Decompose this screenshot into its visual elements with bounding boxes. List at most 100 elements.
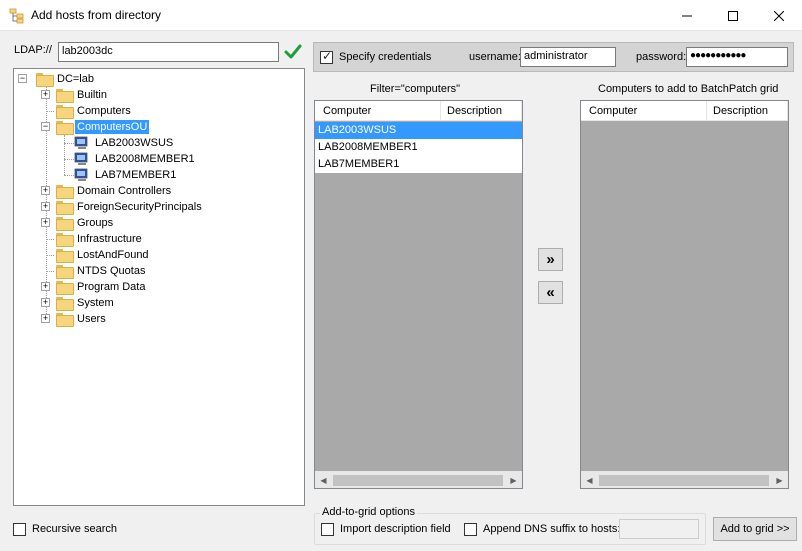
tree-node-program-data[interactable]: + Program Data [38, 279, 147, 295]
recursive-search-label: Recursive search [32, 523, 117, 535]
append-dns-checkbox[interactable] [464, 523, 477, 536]
tree-node-computer[interactable]: LAB7MEMBER1 [58, 167, 178, 183]
tree-node-users[interactable]: + Users [38, 311, 108, 327]
add-to-grid-button[interactable]: Add to grid >> [713, 517, 797, 541]
list-row[interactable]: LAB2003WSUS [315, 122, 522, 139]
computer-icon [74, 152, 90, 166]
tree-node-computers[interactable]: Computers [38, 103, 133, 119]
computer-icon [74, 168, 90, 182]
tree-node-label: LAB2008MEMBER1 [95, 153, 195, 165]
folder-icon [56, 233, 74, 247]
tree-guide-line [46, 271, 54, 272]
scroll-right-icon[interactable]: ▶ [505, 472, 522, 488]
options-group-label: Add-to-grid options [320, 506, 417, 518]
close-icon [774, 10, 784, 21]
tree-node-label: Program Data [77, 281, 146, 293]
tree-node-label: Builtin [77, 89, 107, 101]
filter-results-list[interactable]: Computer Description LAB2003WSUS LAB2008… [314, 100, 523, 489]
append-dns-label: Append DNS suffix to hosts: [483, 523, 621, 535]
target-hosts-list[interactable]: Computer Description ◀ ▶ [580, 100, 789, 489]
scroll-left-icon[interactable]: ◀ [315, 472, 332, 488]
tree-guide-line [64, 175, 74, 176]
expand-icon[interactable]: + [41, 218, 50, 227]
tree-node-label: NTDS Quotas [77, 265, 146, 277]
folder-icon [56, 217, 74, 231]
folder-icon [56, 313, 74, 327]
scrollbar-thumb[interactable] [599, 475, 769, 486]
tree-node-ntds-quotas[interactable]: NTDS Quotas [38, 263, 147, 279]
folder-icon [56, 89, 74, 103]
folder-icon [56, 297, 74, 311]
import-description-label: Import description field [340, 523, 451, 535]
column-header-computer[interactable]: Computer [315, 101, 441, 121]
directory-tree-icon [9, 8, 25, 24]
recursive-search-checkbox[interactable] [13, 523, 26, 536]
username-label: username: [469, 51, 521, 63]
expand-icon[interactable]: + [41, 282, 50, 291]
scroll-left-icon[interactable]: ◀ [581, 472, 598, 488]
computer-icon [74, 136, 90, 150]
expand-icon[interactable]: + [41, 298, 50, 307]
ldap-label: LDAP:// [14, 44, 52, 56]
expand-icon[interactable]: + [41, 90, 50, 99]
list-row[interactable]: LAB2008MEMBER1 [315, 139, 522, 156]
tree-node-computer[interactable]: LAB2003WSUS [58, 135, 175, 151]
expand-icon[interactable]: + [41, 202, 50, 211]
horizontal-scrollbar[interactable]: ◀ ▶ [315, 471, 522, 488]
collapse-icon[interactable]: − [41, 122, 50, 131]
dns-suffix-input[interactable] [619, 519, 699, 539]
target-caption: Computers to add to BatchPatch grid [598, 83, 779, 95]
tree-node-label: ForeignSecurityPrincipals [77, 201, 202, 213]
tree-guide-line [46, 239, 54, 240]
folder-icon [56, 265, 74, 279]
folder-icon [56, 249, 74, 263]
tree-node-groups[interactable]: + Groups [38, 215, 115, 231]
green-checkmark-icon [284, 44, 302, 59]
username-input[interactable]: administrator [520, 47, 616, 67]
collapse-icon[interactable]: − [18, 74, 27, 83]
tree-node-label: Computers [77, 105, 131, 117]
tree-node-label: LostAndFound [77, 249, 149, 261]
tree-node-system[interactable]: + System [38, 295, 116, 311]
tree-guide-line [64, 159, 74, 160]
folder-icon [56, 105, 74, 119]
ldap-path-input[interactable]: lab2003dc [58, 42, 279, 62]
tree-node-foreign-security-principals[interactable]: + ForeignSecurityPrincipals [38, 199, 204, 215]
minimize-button[interactable] [664, 0, 710, 31]
tree-node-computersou[interactable]: − ComputersOU [38, 119, 150, 135]
tree-node-infrastructure[interactable]: Infrastructure [38, 231, 144, 247]
password-input[interactable]: ●●●●●●●●●●● [686, 47, 788, 67]
specify-credentials-checkbox[interactable] [320, 49, 333, 64]
directory-tree[interactable]: − DC=lab + Builtin Computers − Computers… [13, 68, 305, 506]
tree-guide-line [64, 143, 74, 144]
tree-node-domain-controllers[interactable]: + Domain Controllers [38, 183, 173, 199]
tree-node-label: LAB7MEMBER1 [95, 169, 177, 181]
import-description-checkbox[interactable] [321, 523, 334, 536]
maximize-button[interactable] [710, 0, 756, 31]
expand-icon[interactable]: + [41, 314, 50, 323]
tree-node-label: Infrastructure [77, 233, 142, 245]
close-button[interactable] [756, 0, 802, 31]
tree-node-label: Groups [77, 217, 114, 229]
tree-guide-line [46, 111, 54, 112]
tree-node-lostandfound[interactable]: LostAndFound [38, 247, 151, 263]
tree-node-builtin[interactable]: + Builtin [38, 87, 109, 103]
tree-node-computer[interactable]: LAB2008MEMBER1 [58, 151, 197, 167]
list-row[interactable]: LAB7MEMBER1 [315, 156, 522, 173]
column-header-description[interactable]: Description [707, 101, 788, 121]
ldap-confirm-button[interactable] [283, 42, 303, 62]
password-label: password: [636, 51, 687, 63]
remove-selected-button[interactable]: « [538, 281, 563, 304]
tree-node-label: LAB2003WSUS [95, 137, 174, 149]
folder-icon [56, 121, 74, 135]
expand-icon[interactable]: + [41, 186, 50, 195]
scrollbar-thumb[interactable] [333, 475, 503, 486]
column-header-computer[interactable]: Computer [581, 101, 707, 121]
add-selected-button[interactable]: » [538, 248, 563, 271]
horizontal-scrollbar[interactable]: ◀ ▶ [581, 471, 788, 488]
tree-node-label: ComputersOU [75, 120, 150, 134]
window-title: Add hosts from directory [31, 8, 162, 22]
scroll-right-icon[interactable]: ▶ [771, 472, 788, 488]
tree-node-root[interactable]: − DC=lab [18, 71, 96, 87]
column-header-description[interactable]: Description [441, 101, 522, 121]
